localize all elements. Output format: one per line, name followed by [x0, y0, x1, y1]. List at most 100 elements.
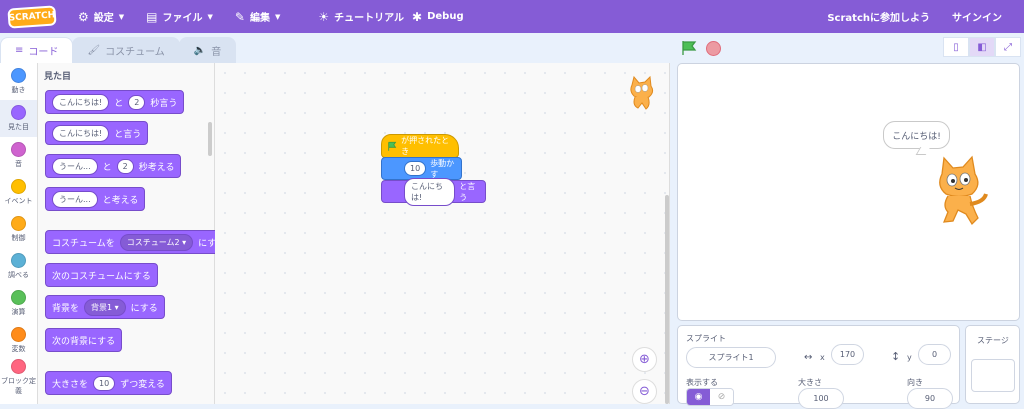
file-label: ファイル: [162, 13, 203, 24]
size-change-input[interactable]: 10: [93, 375, 116, 391]
signin-link[interactable]: サインイン: [952, 9, 1002, 24]
category-label: 変数: [11, 345, 26, 353]
category-looks[interactable]: 見た目: [0, 100, 37, 137]
chevron-down-icon: ▼: [207, 12, 213, 21]
fullscreen-button[interactable]: ⤢: [995, 37, 1021, 57]
block-say-for-secs[interactable]: こんにちは! と 2 秒言う: [45, 90, 185, 114]
script-area-scrollbar[interactable]: [665, 195, 669, 404]
brush-icon: 🖌: [87, 45, 101, 56]
say-text-input[interactable]: こんにちは!: [52, 124, 110, 142]
backdrop-dropdown[interactable]: 背景1 ▾: [84, 298, 126, 316]
category-dot-icon: [11, 290, 26, 305]
block-think-for-secs[interactable]: うーん... と 2 秒考える: [45, 154, 182, 178]
settings-menu[interactable]: ⚙ 設定 ▼: [78, 9, 125, 25]
category-my-blocks[interactable]: ブロック定義: [0, 359, 37, 396]
x-position-input[interactable]: 170: [831, 344, 864, 365]
category-sensing[interactable]: 調べる: [0, 248, 37, 285]
script-area[interactable]: [215, 63, 670, 404]
move-steps-block[interactable]: 10 歩動かす: [381, 157, 462, 180]
small-stage-button[interactable]: ▯: [943, 37, 969, 57]
block-switch-costume[interactable]: コスチュームを コスチューム2 ▾ にする: [45, 230, 233, 254]
block-next-costume[interactable]: 次のコスチュームにする: [45, 263, 158, 287]
green-flag-icon[interactable]: [680, 40, 698, 56]
block-text: と言う: [459, 181, 476, 202]
block-text: が押されたとき: [401, 136, 450, 156]
secs-input[interactable]: 2: [116, 158, 134, 174]
steps-input[interactable]: 10: [404, 161, 427, 176]
category-dot-icon: [11, 216, 26, 231]
stage[interactable]: こんにちは!: [677, 63, 1020, 321]
join-link[interactable]: Scratchに参加しよう: [827, 9, 930, 24]
tab-costumes[interactable]: 🖌 コスチューム: [72, 37, 180, 63]
tutorials-menu[interactable]: ☀ チュートリアル: [318, 9, 404, 25]
edit-menu[interactable]: ✎ 編集 ▼: [234, 9, 281, 25]
block-say[interactable]: こんにちは! と言う: [45, 121, 149, 145]
secs-input[interactable]: 2: [128, 94, 146, 110]
stage-thumbnail[interactable]: [971, 359, 1015, 392]
zoom-in-button[interactable]: ⊕: [632, 347, 657, 372]
category-dot-icon: [11, 142, 26, 157]
block-text: にする: [130, 303, 158, 314]
globe-icon: ⚙: [78, 9, 89, 24]
say-text-input[interactable]: こんにちは!: [404, 177, 456, 206]
size-input[interactable]: 100: [798, 388, 844, 409]
think-text-input[interactable]: うーん...: [52, 157, 98, 175]
scratch-logo[interactable]: SCRATCH: [7, 4, 57, 29]
tab-code[interactable]: ≡ コード: [0, 37, 74, 63]
category-label: 音: [15, 160, 22, 168]
account-area: Scratchに参加しよう サインイン: [827, 0, 1024, 33]
category-motion[interactable]: 動き: [0, 63, 37, 100]
debug-menu[interactable]: ✱ Debug: [412, 10, 464, 24]
chevron-down-icon: ▼: [118, 12, 125, 21]
x-arrows-icon: ↔: [804, 352, 813, 363]
sprite-name-input[interactable]: スプライト1: [686, 347, 776, 368]
category-label: 制御: [11, 234, 26, 242]
y-arrows-icon: ↕: [891, 350, 901, 363]
block-think[interactable]: うーん... と考える: [45, 187, 146, 211]
zoom-out-button[interactable]: ⊖: [632, 379, 657, 404]
block-change-size[interactable]: 大きさを 10 ずつ変える: [45, 371, 172, 395]
size-label: 大きさ: [798, 378, 822, 387]
category-dot-icon: [11, 179, 26, 194]
block-next-backdrop[interactable]: 次の背景にする: [45, 328, 123, 352]
category-operators[interactable]: 演算: [0, 285, 37, 322]
debug-label: Debug: [427, 11, 464, 22]
say-block[interactable]: こんにちは! と言う: [381, 177, 486, 206]
normal-stage-button[interactable]: ◧: [969, 37, 995, 57]
stop-icon[interactable]: [706, 40, 721, 56]
x-label: x: [820, 353, 825, 362]
block-text: 背景を: [52, 303, 80, 314]
stage-selector-panel[interactable]: ステージ: [965, 325, 1020, 404]
block-switch-backdrop[interactable]: 背景を 背景1 ▾ にする: [45, 295, 165, 319]
direction-input[interactable]: 90: [907, 388, 953, 409]
category-variables[interactable]: 変数: [0, 322, 37, 359]
cat-sprite[interactable]: [928, 154, 988, 229]
when-flag-clicked-block[interactable]: が押されたとき: [381, 134, 459, 158]
tab-sounds[interactable]: 🔈 音: [178, 37, 237, 63]
category-control[interactable]: 制御: [0, 211, 37, 248]
block-text: コスチュームを: [52, 238, 115, 249]
visibility-toggle: ◉ ⊘: [686, 388, 734, 406]
block-text: 次の背景にする: [52, 336, 116, 347]
category-events[interactable]: イベント: [0, 174, 37, 211]
block-text: と: [114, 98, 124, 109]
category-label: ブロック定義: [1, 377, 36, 395]
category-sound[interactable]: 音: [0, 137, 37, 174]
stage-controls: [680, 37, 721, 59]
hide-eye-icon[interactable]: ⊘: [710, 389, 733, 405]
show-eye-icon[interactable]: ◉: [687, 389, 710, 405]
file-menu[interactable]: ▤ ファイル ▼: [146, 9, 213, 25]
green-flag-icon: [388, 141, 397, 151]
show-label: 表示する: [686, 378, 718, 387]
category-label: 調べる: [8, 271, 29, 279]
pencil-icon: ✎: [234, 9, 245, 24]
block-text: と言う: [114, 129, 142, 140]
say-text-input[interactable]: こんにちは!: [52, 93, 110, 111]
palette-scrollbar[interactable]: [208, 122, 212, 156]
y-position-input[interactable]: 0: [918, 344, 951, 365]
sprite-label: スプライト: [686, 334, 726, 343]
costume-dropdown[interactable]: コスチューム2 ▾: [119, 233, 194, 251]
think-text-input[interactable]: うーん...: [52, 190, 98, 208]
speech-bubble: こんにちは!: [883, 121, 950, 149]
chevron-down-icon: ▼: [274, 12, 281, 21]
